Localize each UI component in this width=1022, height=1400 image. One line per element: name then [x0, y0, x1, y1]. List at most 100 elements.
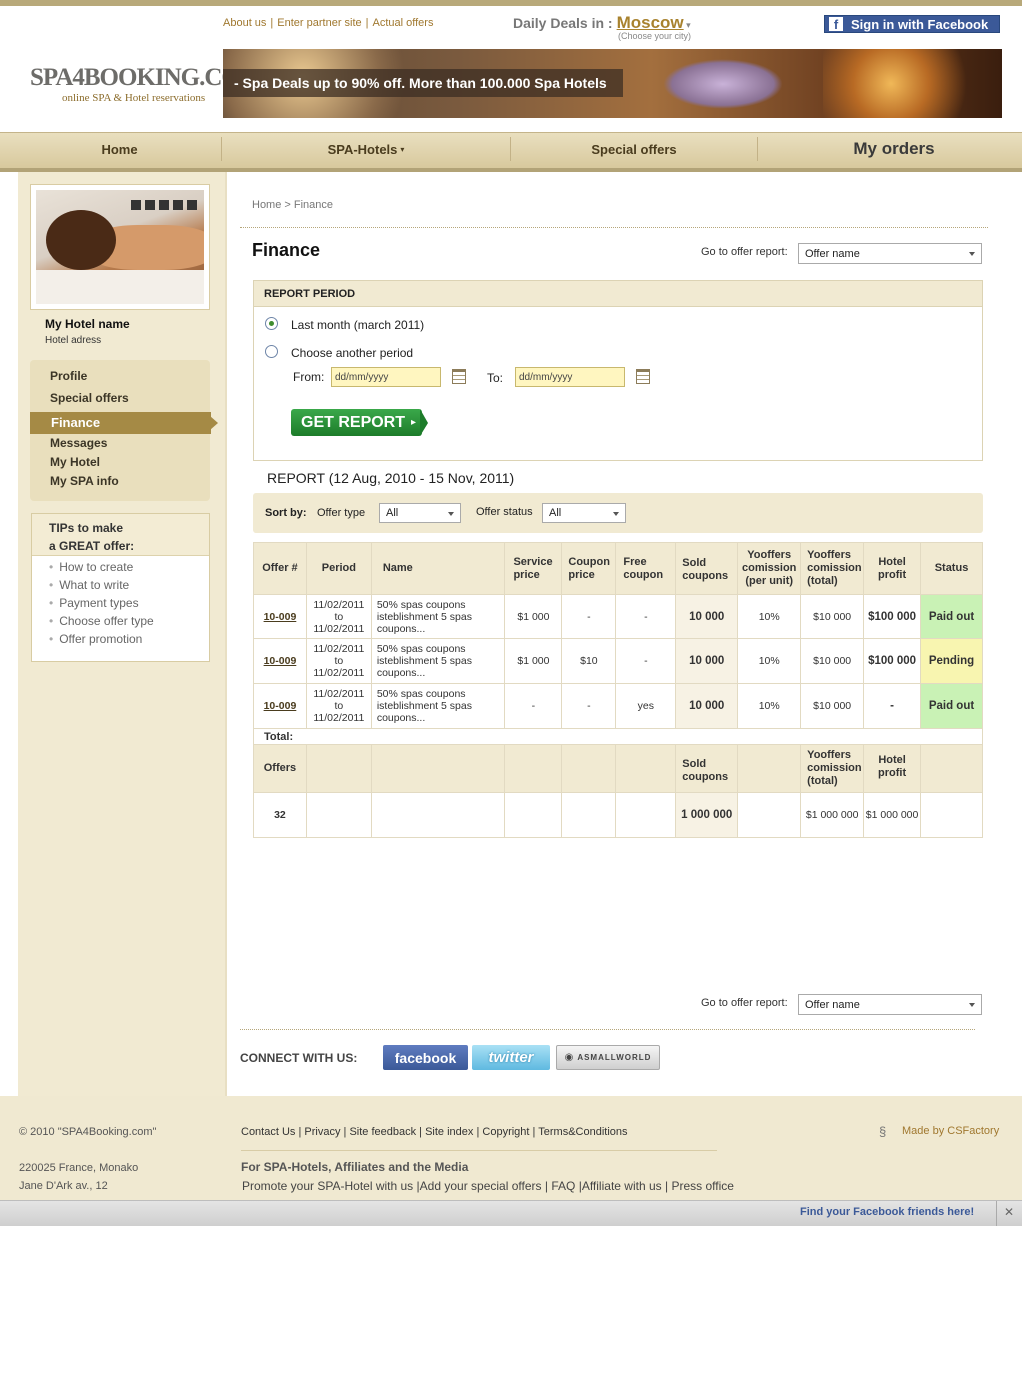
twitter-button[interactable]: twitter [472, 1045, 550, 1070]
col-status[interactable]: Status [920, 542, 983, 595]
offer-type-select[interactable]: All [379, 503, 461, 523]
sidebar-item-my-hotel[interactable]: My Hotel [50, 455, 100, 469]
goto-report-select[interactable]: Offer name [798, 243, 982, 264]
facebook-friends-link[interactable]: Find your Facebook friends here! [800, 1206, 974, 1218]
offer-name-line: 50% spas coupons [376, 688, 466, 700]
footer-link-affiliate[interactable]: Affiliate with us [582, 1179, 662, 1193]
to-date-input[interactable]: dd/mm/yyyy [515, 367, 625, 387]
city-selector[interactable]: Moscow [617, 13, 684, 32]
tip-choose-offer-type[interactable]: Choose offer type [49, 614, 154, 628]
calendar-icon[interactable] [452, 369, 466, 384]
get-report-button[interactable]: GET REPORT ▸ [291, 409, 422, 436]
footer-link-terms[interactable]: Terms&Conditions [538, 1126, 627, 1138]
col-coupon-price[interactable]: Coupon price [561, 542, 617, 595]
close-icon[interactable]: ✕ [1004, 1205, 1014, 1219]
asmallworld-button[interactable]: ◉ ASMALLWORLD [556, 1045, 660, 1070]
banner[interactable]: - Spa Deals up to 90% off. More than 100… [223, 49, 1002, 118]
offer-status-label: Offer status [476, 506, 533, 518]
col-name[interactable]: Name [370, 542, 506, 595]
about-us-link[interactable]: About us [223, 17, 266, 29]
from-label: From: [293, 370, 325, 384]
footer-link-contact[interactable]: Contact Us [241, 1126, 295, 1138]
footer-link-promote[interactable]: Promote your SPA-Hotel with us [242, 1179, 413, 1193]
main-nav: Home SPA-Hotels ▾ Special offers My order… [0, 132, 1022, 172]
footer-link-press[interactable]: Press office [671, 1179, 733, 1193]
col-period[interactable]: Period [305, 542, 372, 595]
col-offer[interactable]: Offer # [253, 542, 307, 595]
partner-site-link[interactable]: Enter partner site [277, 17, 361, 29]
period-to: to [334, 655, 344, 667]
last-month-label[interactable]: Last month (march 2011) [291, 318, 424, 332]
table-row: 10-009 11/02/2011 to 11/02/2011 50% spas c… [253, 638, 983, 684]
actual-offers-link[interactable]: Actual offers [373, 17, 434, 29]
col-hotel-profit[interactable]: Hotel profit [863, 542, 921, 595]
from-date-input[interactable]: dd/mm/yyyy [331, 367, 441, 387]
link-separator: | [365, 17, 369, 29]
offer-link[interactable]: 10-009 [264, 655, 297, 667]
nav-my-orders[interactable]: My orders [758, 133, 1022, 165]
offer-link[interactable]: 10-009 [264, 611, 297, 623]
table-row: 10-009 11/02/2011 to 11/02/2011 50% spas c… [253, 683, 983, 729]
get-report-label: GET REPORT [301, 413, 406, 431]
period-end: 11/02/2011 [313, 622, 365, 635]
totals-row: 32 1 000 000 $1 000 000 $1 000 000 [253, 792, 983, 838]
another-period-radio[interactable] [265, 345, 278, 358]
sidebar-item-messages[interactable]: Messages [50, 436, 107, 450]
total-col-profit: Hotel profit [863, 744, 921, 793]
get-report-arrow-icon [420, 409, 428, 436]
hotel-photo[interactable] [36, 190, 204, 304]
last-month-radio[interactable] [265, 317, 278, 330]
facebook-signin-button[interactable]: f Sign in with Facebook [824, 15, 1000, 33]
footer-link-privacy[interactable]: Privacy [304, 1126, 340, 1138]
asmallworld-label: ASMALLWORLD [577, 1053, 652, 1062]
active-marker-icon [210, 416, 218, 430]
footer-link-faq[interactable]: FAQ [551, 1179, 575, 1193]
tip-payment-types[interactable]: Payment types [49, 596, 138, 610]
hotel-name: My Hotel name [45, 317, 130, 331]
tips-title-line-2: a GREAT offer: [49, 539, 135, 553]
chevron-down-icon[interactable]: ▾ [684, 20, 691, 30]
col-free-coupon[interactable]: Free coupon [615, 542, 677, 595]
offer-status-select[interactable]: All [542, 503, 626, 523]
sidebar-item-special-offers[interactable]: Special offers [50, 391, 129, 405]
facebook-signin-label: Sign in with Facebook [851, 16, 989, 32]
breadcrumb[interactable]: Home > Finance [252, 199, 333, 211]
link-separator: | [532, 1126, 536, 1138]
link-separator: | [419, 1126, 423, 1138]
col-service-price[interactable]: Service price [504, 542, 563, 595]
period-end: 11/02/2011 [313, 667, 365, 679]
calendar-icon[interactable] [636, 369, 650, 384]
sidebar-item-finance[interactable]: Finance [30, 412, 211, 434]
divider [240, 227, 988, 228]
facebook-button[interactable]: facebook [383, 1045, 468, 1070]
sidebar-item-profile[interactable]: Profile [50, 369, 87, 383]
another-period-label[interactable]: Choose another period [291, 346, 413, 360]
offer-link[interactable]: 10-009 [264, 700, 297, 712]
total-empty [615, 792, 677, 838]
tips-box: TIPs to make a GREAT offer: How to create… [31, 513, 210, 662]
link-separator: | [298, 1126, 302, 1138]
goto-report-select-bottom[interactable]: Offer name [798, 994, 982, 1015]
period-start: 11/02/2011 [313, 598, 365, 611]
banner-towels-image [663, 59, 783, 109]
tip-offer-promotion[interactable]: Offer promotion [49, 632, 142, 646]
facebook-icon: f [829, 17, 843, 32]
chevron-down-icon [969, 252, 975, 256]
made-by-link[interactable]: Made by CSFactory [902, 1125, 999, 1137]
nav-special-offers[interactable]: Special offers [511, 133, 757, 165]
footer-link-copyright[interactable]: Copyright [482, 1126, 529, 1138]
nav-spa-hotels[interactable]: SPA-Hotels ▾ [222, 133, 510, 165]
sidebar-item-my-spa-info[interactable]: My SPA info [50, 474, 119, 488]
footer-link-site-index[interactable]: Site index [425, 1126, 473, 1138]
tip-how-to-create[interactable]: How to create [49, 560, 133, 574]
total-col-empty [737, 744, 802, 793]
tip-what-to-write[interactable]: What to write [49, 578, 129, 592]
daily-deals: Daily Deals in : Moscow ▾ [513, 13, 691, 33]
footer-media-links: Promote your SPA-Hotel with us |Add your… [242, 1179, 734, 1193]
col-commission-unit[interactable]: Yooffers comission (per unit) [737, 542, 802, 595]
nav-home[interactable]: Home [18, 133, 221, 165]
footer-link-add-offers[interactable]: Add your special offers [420, 1179, 542, 1193]
col-sold-coupons[interactable]: Sold coupons [675, 542, 739, 595]
col-commission-total[interactable]: Yooffers comission (total) [800, 542, 865, 595]
footer-link-feedback[interactable]: Site feedback [349, 1126, 416, 1138]
